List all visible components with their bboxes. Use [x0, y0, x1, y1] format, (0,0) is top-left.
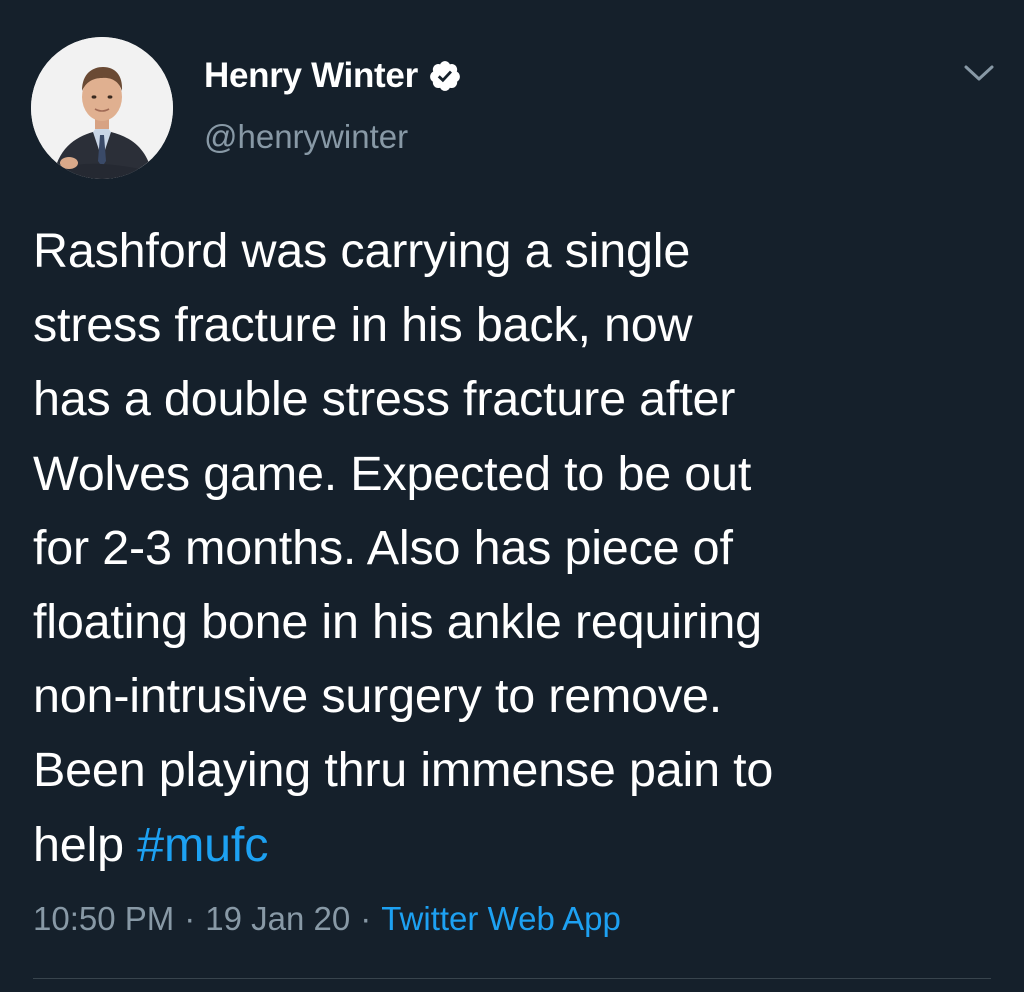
tweet-card: Henry Winter @henrywinter Rashford was c…	[0, 0, 1024, 992]
tweet-text-line: floating bone in his ankle requiring	[33, 595, 762, 650]
tweet-source-link[interactable]: Twitter Web App	[381, 900, 621, 937]
avatar[interactable]	[31, 37, 173, 179]
tweet-text-line: non-intrusive surgery to remove.	[33, 669, 723, 724]
divider	[33, 978, 991, 979]
tweet-text-prefix: help	[33, 817, 138, 872]
verified-badge-icon	[428, 59, 462, 93]
tweet-text-line: for 2-3 months. Also has piece of	[33, 520, 733, 575]
tweet-time[interactable]: 10:50 PM	[33, 900, 174, 937]
author-display-name[interactable]: Henry Winter	[204, 56, 418, 96]
tweet-text-line: Wolves game. Expected to be out	[33, 446, 752, 501]
avatar-photo-icon	[31, 37, 173, 179]
tweet-meta: 10:50 PM · 19 Jan 20 · Twitter Web App	[33, 900, 621, 938]
tweet-text-line-last: help #mufc	[33, 808, 993, 882]
tweet-text-line: has a double stress fracture after	[33, 372, 736, 427]
tweet-text-line: Rashford was carrying a single	[33, 224, 691, 278]
tweet-text: Rashford was carrying a single stress fr…	[33, 214, 993, 882]
tweet-text-line: Been playing thru immense pain to	[33, 743, 774, 798]
author-name-row: Henry Winter	[204, 54, 462, 98]
tweet-text-line: stress fracture in his back, now	[33, 298, 693, 353]
hashtag-link[interactable]: #mufc	[137, 818, 268, 872]
meta-separator: ·	[184, 900, 196, 937]
author-handle[interactable]: @henrywinter	[204, 118, 408, 156]
meta-separator: ·	[360, 900, 372, 937]
tweet-date[interactable]: 19 Jan 20	[205, 900, 350, 937]
chevron-down-icon[interactable]	[962, 60, 996, 88]
